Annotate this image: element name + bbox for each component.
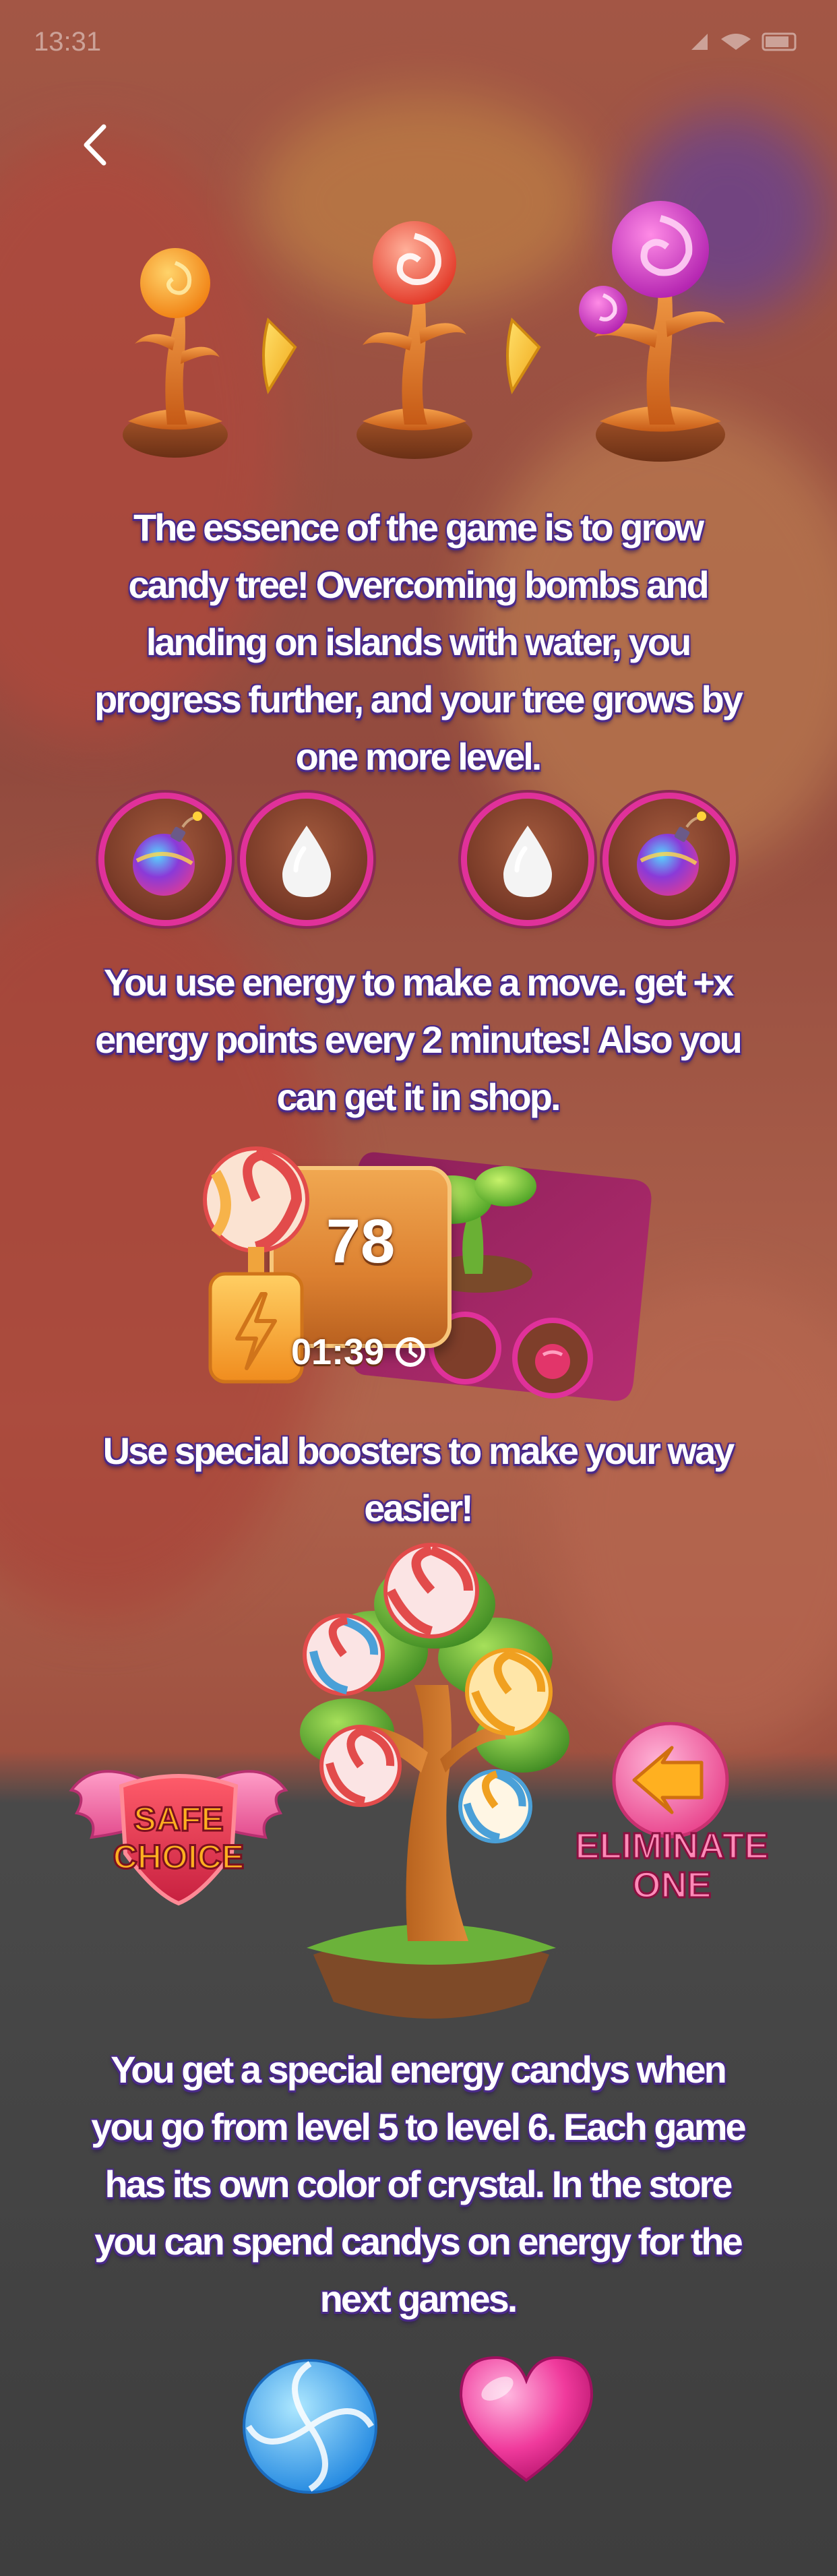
eliminate-one-booster: ELIMINATE ONE [574,1722,770,1907]
lollipop-candy [383,1543,479,1638]
status-icons [689,27,803,61]
bomb-icon [637,811,706,896]
energy-timer: 01:39 [291,1331,427,1373]
signal-wifi-battery-icon [691,32,797,51]
status-bar: 13:31 [0,0,837,81]
intro-description: The essence of the game is to grow candy… [94,506,743,778]
lollipop-candy [319,1725,402,1807]
water-tile [246,799,367,920]
water-drop-icon [503,826,552,897]
tree-growth-progression [123,201,725,462]
blue-candy-icon [243,2359,377,2494]
special-candy-description: You get a special energy candys when you… [91,2048,746,2320]
small-candy-tree [123,248,228,458]
eliminate-one-line2: ONE [632,1865,711,1905]
progress-arrow-icon [262,317,297,394]
safe-choice-line2: CHOICE [113,1838,244,1876]
medium-candy-tree [356,221,472,459]
back-button[interactable] [65,115,125,175]
lollipop-candy [465,1648,553,1736]
eliminate-one-line1: ELIMINATE [576,1826,769,1866]
heart-candy-icon [459,2356,594,2482]
water-drop-icon [282,826,331,897]
energy-description: You use energy to make a move. get +x en… [95,961,743,1118]
bomb-icon [133,811,202,896]
energy-timer-value: 01:39 [291,1332,385,1372]
clock-icon [396,1337,426,1367]
safe-choice-booster: SAFE CHOICE [69,1770,288,1906]
status-time: 13:31 [34,27,102,57]
safe-choice-line1: SAFE [133,1800,223,1838]
progress-arrow-icon [506,317,541,394]
big-candy-tree-illustration [300,1543,569,2019]
lollipop-candy [458,1769,532,1843]
water-tile [467,799,588,920]
bomb-tile [104,799,226,920]
game-tutorial-screen: 13:31 The essence of the game is to grow… [0,0,837,2576]
bomb-tile [609,799,730,920]
chevron-left-icon [84,124,106,166]
large-candy-tree [579,201,725,462]
boosters-description: Use special boosters to make your way ea… [102,1430,735,1529]
lollipop-candy [303,1614,385,1696]
